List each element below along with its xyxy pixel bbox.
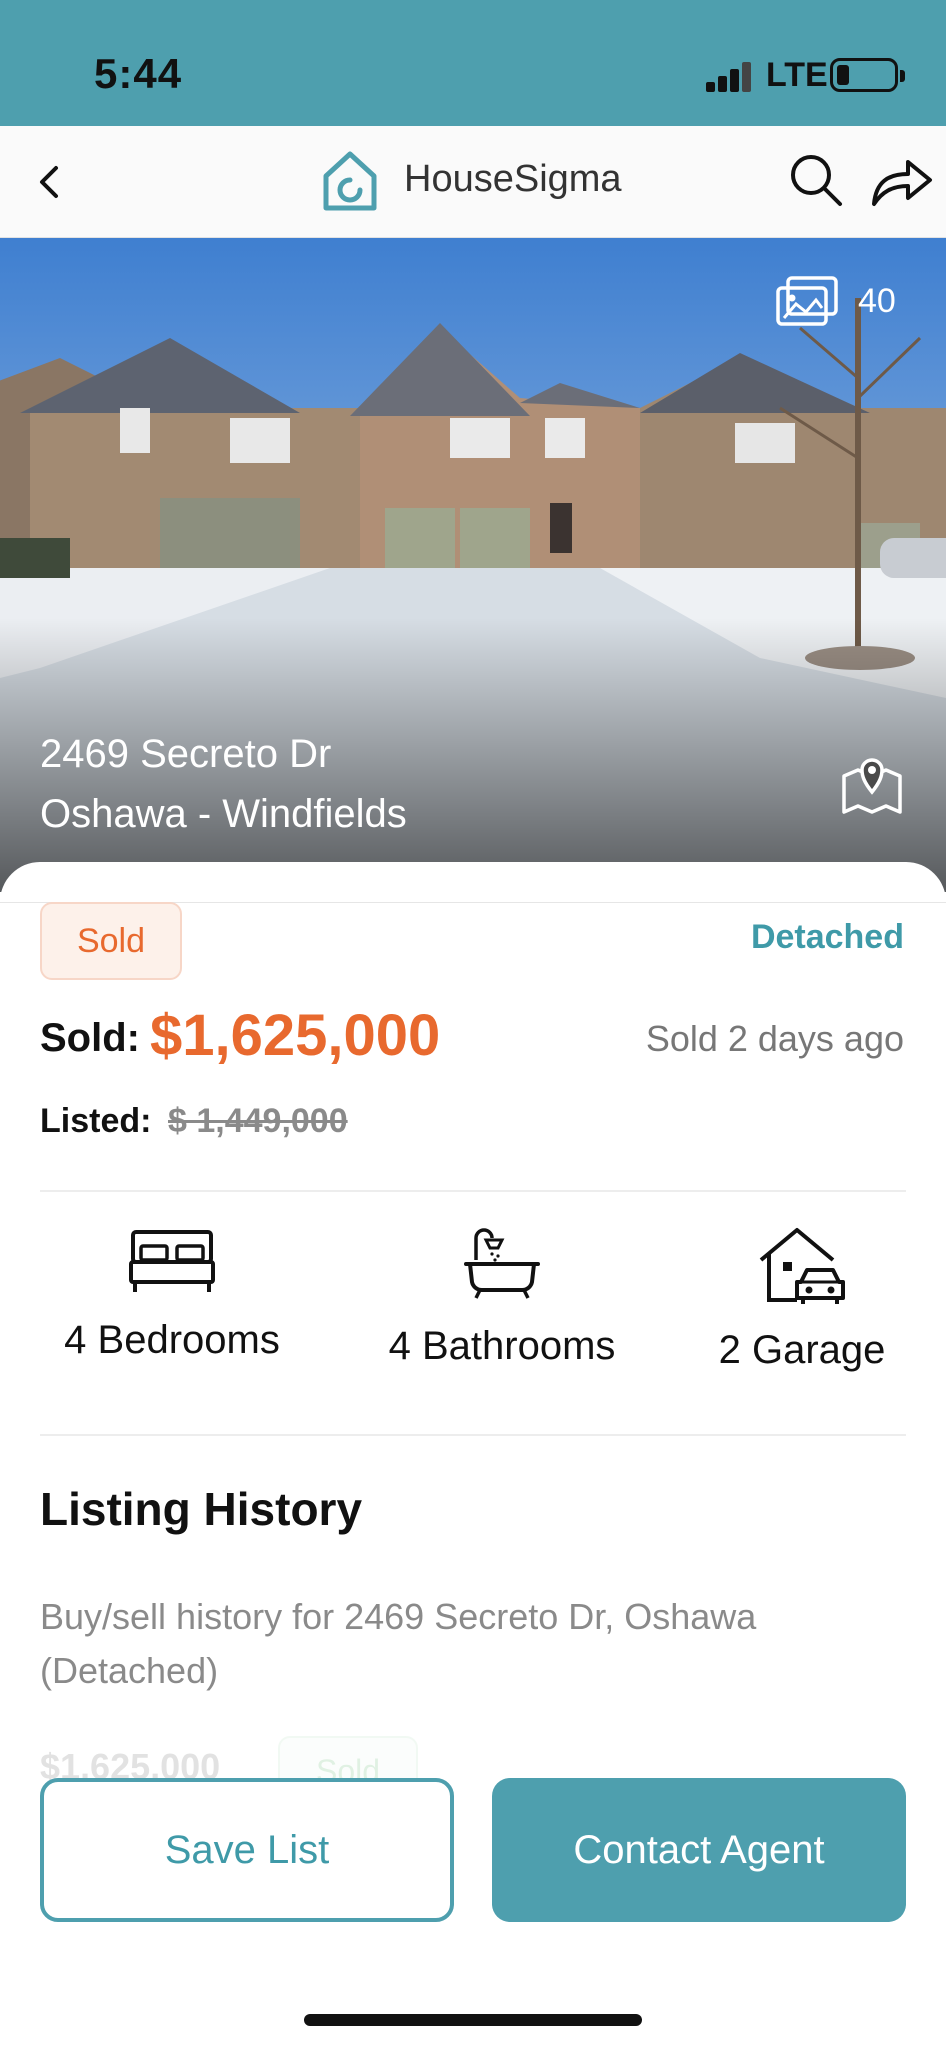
- bed-icon: [129, 1230, 215, 1292]
- history-row-peek: $1,625,000 Sold: [40, 1736, 740, 1780]
- sold-ago: Sold 2 days ago: [645, 1018, 904, 1059]
- feature-bathrooms-label: 4 Bathrooms: [388, 1324, 616, 1368]
- feature-bedrooms-label: 4 Bedrooms: [64, 1318, 280, 1362]
- share-icon[interactable]: [868, 150, 934, 210]
- hero-address: 2469 Secreto Dr Oshawa - Windfields: [40, 724, 407, 844]
- home-indicator[interactable]: [304, 2014, 642, 2026]
- bathtub-icon: [464, 1228, 540, 1299]
- listed-label: Listed:: [40, 1102, 152, 1140]
- listing-photo[interactable]: 40 2469 Secreto Dr Oshawa - Windfields: [0, 238, 946, 892]
- photo-count[interactable]: 40: [776, 276, 896, 326]
- feature-bedrooms: 4 Bedrooms: [50, 1226, 294, 1363]
- cellular-signal-icon: [706, 60, 752, 92]
- status-bar: 5:44 LTE: [0, 0, 946, 126]
- feature-garage-label: 2 Garage: [718, 1328, 886, 1372]
- photo-count-number: 40: [858, 281, 896, 320]
- housesigma-logo-icon: [323, 151, 377, 211]
- listed-price: $ 1,449,000: [168, 1102, 348, 1140]
- back-chevron-icon[interactable]: [22, 154, 78, 210]
- sold-label: Sold:: [40, 1016, 140, 1060]
- sold-price: $1,625,000: [150, 1003, 441, 1068]
- status-badge: Sold: [40, 902, 182, 980]
- garage-icon: [759, 1228, 845, 1304]
- gallery-icon: [776, 276, 838, 326]
- contact-agent-button[interactable]: Contact Agent: [492, 1778, 906, 1922]
- battery-icon: [830, 58, 905, 92]
- map-icon[interactable]: [838, 750, 906, 818]
- network-type: LTE: [766, 56, 828, 94]
- save-list-button[interactable]: Save List: [40, 1778, 454, 1922]
- history-status-badge: Sold: [278, 1736, 418, 1780]
- feature-bathrooms: 4 Bathrooms: [364, 1226, 640, 1369]
- divider: [40, 1190, 906, 1192]
- search-icon[interactable]: [786, 150, 846, 210]
- listing-history-description: Buy/sell history for 2469 Secreto Dr, Os…: [40, 1596, 757, 1691]
- nav-bar: HouseSigma: [0, 126, 946, 238]
- brand-name: HouseSigma: [404, 158, 622, 200]
- property-type: Detached: [750, 918, 904, 956]
- divider: [40, 1434, 906, 1436]
- status-time: 5:44: [94, 50, 183, 97]
- history-price: $1,625,000: [40, 1746, 221, 1780]
- address-area: Oshawa - Windfields: [40, 792, 407, 836]
- listing-history-title: Listing History: [40, 1483, 363, 1535]
- address-street: 2469 Secreto Dr: [40, 732, 332, 776]
- feature-garage: 2 Garage: [704, 1226, 900, 1373]
